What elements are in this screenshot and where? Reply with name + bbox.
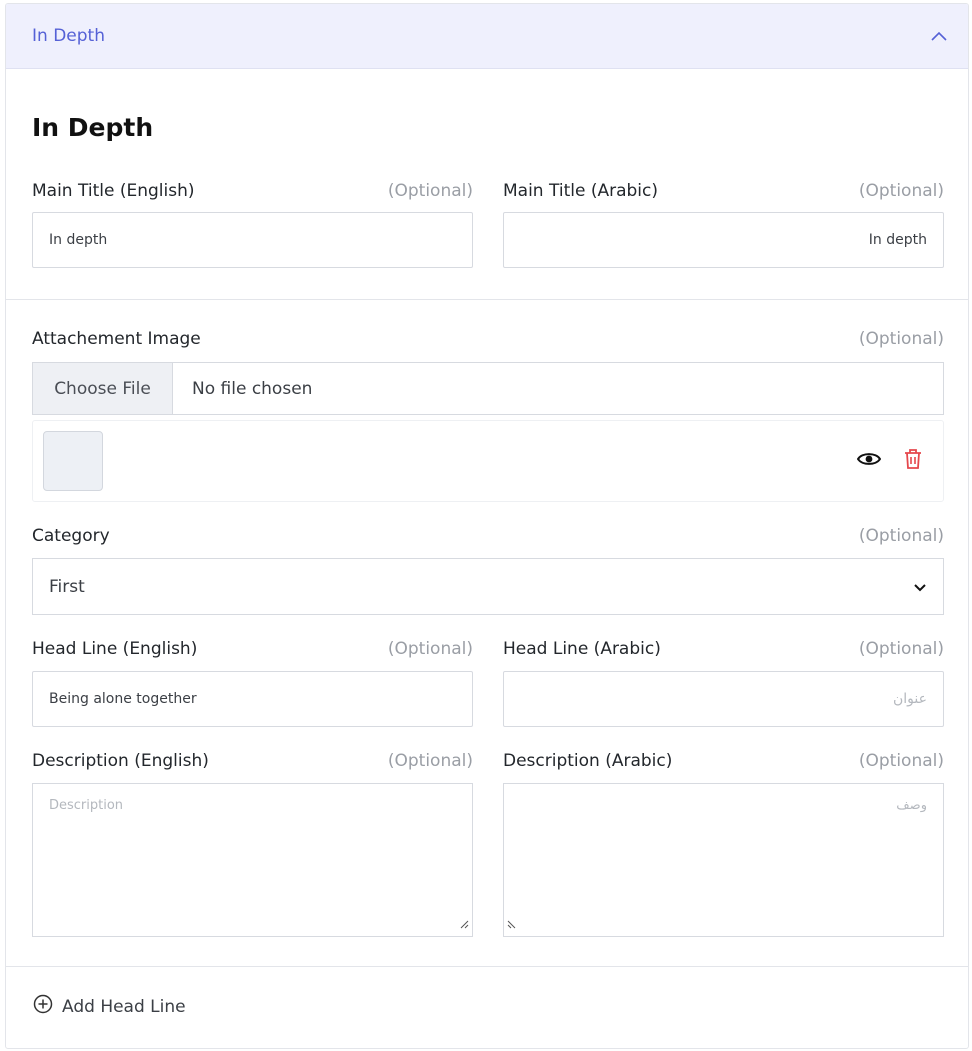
headline-en-label: Head Line (English) [32, 639, 198, 659]
main-title-section: In Depth Main Title (English) (Optional)… [6, 69, 968, 300]
description-ar-placeholder: وصف [896, 798, 927, 813]
headline-en-header: Head Line (English) (Optional) [32, 639, 473, 659]
main-title-ar-label: Main Title (Arabic) [503, 181, 658, 201]
main-title-en-header: Main Title (English) (Optional) [32, 181, 473, 201]
main-title-en-label: Main Title (English) [32, 181, 195, 201]
image-thumbnail [43, 431, 103, 491]
main-title-en-value: In depth [49, 232, 108, 248]
chevron-down-icon [913, 577, 927, 597]
headline-en-value: Being alone together [49, 691, 197, 707]
headline-ar-label: Head Line (Arabic) [503, 639, 661, 659]
main-title-ar-header: Main Title (Arabic) (Optional) [503, 181, 944, 201]
headline-ar-input[interactable]: عنوان [503, 671, 944, 727]
description-en-header: Description (English) (Optional) [32, 751, 473, 771]
optional-tag: (Optional) [387, 181, 473, 201]
add-headline-label: Add Head Line [62, 996, 186, 1017]
description-en-textarea[interactable]: Description [32, 783, 473, 937]
in-depth-card: In Depth In Depth Main Title (English) (… [5, 3, 969, 1049]
headline-ar-placeholder: عنوان [893, 691, 927, 707]
category-header: Category (Optional) [32, 526, 944, 546]
file-status: No file chosen [192, 378, 313, 399]
add-headline-button[interactable]: Add Head Line [33, 994, 186, 1019]
optional-tag: (Optional) [858, 751, 944, 771]
resize-handle-icon[interactable] [507, 918, 517, 933]
file-input[interactable]: Choose File No file chosen [32, 362, 944, 415]
chevron-up-icon[interactable] [928, 25, 950, 47]
main-title-ar-value: In depth [868, 232, 927, 248]
description-ar-textarea[interactable]: وصف [503, 783, 944, 937]
main-title-ar-input[interactable]: In depth [503, 212, 944, 268]
divider [6, 966, 968, 967]
attachment-header: Attachement Image (Optional) [32, 329, 944, 349]
headline-en-input[interactable]: Being alone together [32, 671, 473, 727]
resize-handle-icon[interactable] [459, 918, 469, 933]
category-select[interactable]: First [32, 558, 944, 615]
optional-tag: (Optional) [387, 639, 473, 659]
choose-file-button[interactable]: Choose File [33, 363, 173, 414]
eye-icon[interactable] [856, 451, 882, 472]
category-selected-value: First [49, 576, 85, 597]
plus-circle-icon [33, 994, 53, 1019]
optional-tag: (Optional) [858, 181, 944, 201]
optional-tag: (Optional) [858, 639, 944, 659]
main-title-en-input[interactable]: In depth [32, 212, 473, 268]
accordion-title: In Depth [32, 26, 105, 46]
description-ar-label: Description (Arabic) [503, 751, 673, 771]
description-en-label: Description (English) [32, 751, 209, 771]
optional-tag: (Optional) [858, 329, 944, 349]
category-label: Category [32, 526, 110, 546]
headline-ar-header: Head Line (Arabic) (Optional) [503, 639, 944, 659]
optional-tag: (Optional) [387, 751, 473, 771]
trash-icon[interactable] [904, 448, 922, 475]
description-ar-header: Description (Arabic) (Optional) [503, 751, 944, 771]
attachment-preview [32, 420, 944, 502]
accordion-header[interactable]: In Depth [6, 4, 968, 69]
attachment-label: Attachement Image [32, 329, 201, 349]
description-en-placeholder: Description [49, 798, 124, 813]
section-title: In Depth [32, 113, 154, 142]
optional-tag: (Optional) [858, 526, 944, 546]
